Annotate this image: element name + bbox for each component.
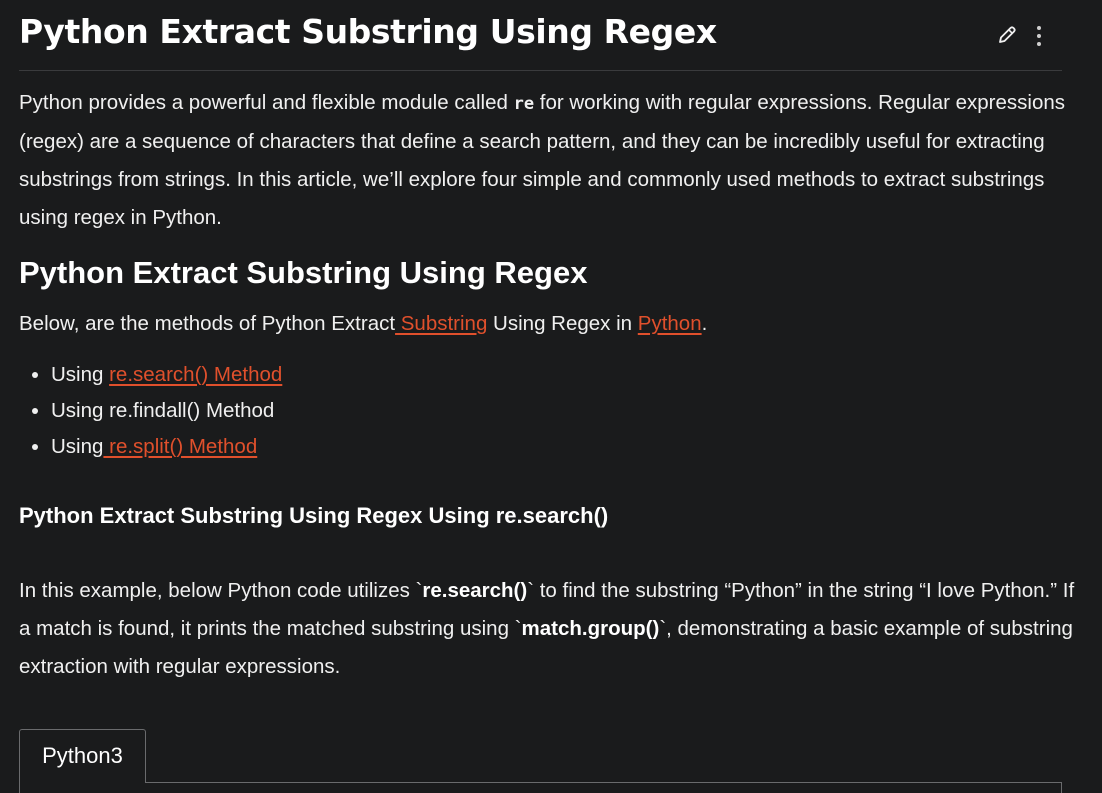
article-page: Python Extract Substring Using Regex Pyt…: [0, 0, 1102, 793]
example-text-1: In this example, below Python code utili…: [19, 579, 423, 602]
methods-intro-text-1: Below, are the methods of Python Extract: [19, 312, 396, 335]
list-item: Using re.findall() Method: [51, 393, 282, 429]
title-row: Python Extract Substring Using Regex: [19, 8, 1062, 71]
list-item: Using re.split() Method: [51, 429, 282, 465]
substring-link[interactable]: Substring: [395, 312, 488, 335]
subsection-heading: Python Extract Substring Using Regex Usi…: [19, 503, 609, 528]
code-panel: [19, 782, 1062, 793]
methods-intro-text-2: Using Regex in: [487, 312, 638, 335]
methods-intro-text-3: .: [701, 312, 708, 335]
vertical-dots-icon-graphic: [1037, 26, 1041, 46]
page-title: Python Extract Substring Using Regex: [19, 12, 717, 51]
methods-intro: Below, are the methods of Python Extract…: [19, 308, 707, 340]
tab-python3[interactable]: Python3: [19, 729, 146, 783]
inline-code-re: re: [513, 94, 535, 114]
intro-paragraph: Python provides a powerful and flexible …: [19, 84, 1079, 237]
bold-match-group: match.group(): [521, 617, 660, 640]
bold-re-search: re.search(): [422, 579, 528, 602]
re-split-method-link[interactable]: re.split() Method: [103, 435, 257, 458]
python-link[interactable]: Python: [638, 312, 702, 335]
vertical-dots-icon[interactable]: [1032, 23, 1046, 51]
re-search-method-link[interactable]: re.search() Method: [109, 363, 282, 386]
method-list: Using re.search() Method Using re.findal…: [19, 357, 282, 465]
list-item-text: Using: [51, 435, 104, 458]
section-heading: Python Extract Substring Using Regex: [19, 255, 588, 290]
example-paragraph: In this example, below Python code utili…: [19, 572, 1079, 686]
list-item-text: Using: [51, 363, 110, 386]
list-item-text: Using re.findall() Method: [51, 399, 275, 422]
list-item: Using re.search() Method: [51, 357, 282, 393]
pencil-icon[interactable]: [996, 24, 1018, 46]
intro-text-1: Python provides a powerful and flexible …: [19, 91, 514, 114]
pencil-icon-graphic: [999, 26, 1016, 43]
